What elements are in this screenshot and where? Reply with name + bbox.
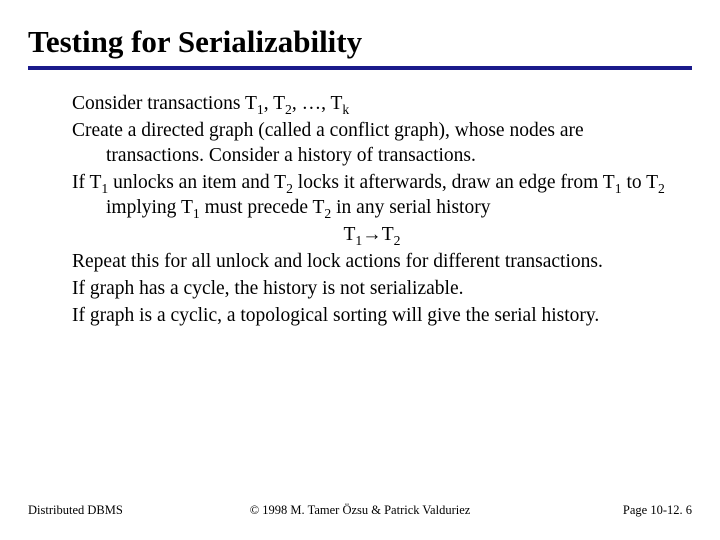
t: in any serial history [331, 197, 490, 218]
arrow-icon: → [362, 224, 382, 245]
line-consider: Consider transactions T1, T2, …, Tk [72, 92, 672, 117]
sub-k: k [342, 102, 349, 117]
sub-1: 1 [257, 102, 264, 117]
slide-body: Consider transactions T1, T2, …, Tk Crea… [28, 92, 692, 331]
t: , T [264, 93, 285, 114]
sub-2: 2 [658, 181, 665, 196]
t: Consider transactions T [72, 93, 257, 114]
t: implying T [106, 197, 193, 218]
t: T [382, 224, 394, 245]
line-if-unlocks: If T1 unlocks an item and T2 locks it af… [72, 171, 672, 221]
t: must precede T [200, 197, 325, 218]
t: to T [622, 172, 658, 193]
sub-2: 2 [394, 233, 401, 248]
sub-2: 2 [286, 181, 293, 196]
sub-1: 1 [193, 206, 200, 221]
footer-center: © 1998 M. Tamer Özsu & Patrick Valduriez [0, 503, 720, 518]
slide: Testing for Serializability Consider tra… [0, 0, 720, 540]
t: If T [72, 172, 101, 193]
t: , …, T [292, 93, 343, 114]
t: locks it afterwards, draw an edge from T [293, 172, 615, 193]
line-acyclic: If graph is a cyclic, a topological sort… [72, 304, 672, 329]
slide-title: Testing for Serializability [28, 24, 692, 60]
line-edge: T1→T2 [72, 223, 672, 248]
slide-footer: © 1998 M. Tamer Özsu & Patrick Valduriez… [0, 503, 720, 518]
sub-1: 1 [615, 181, 622, 196]
title-rule [28, 66, 692, 70]
line-cycle: If graph has a cycle, the history is not… [72, 277, 672, 302]
t: T [344, 224, 356, 245]
sub-2: 2 [285, 102, 292, 117]
line-create-graph: Create a directed graph (called a confli… [72, 119, 672, 169]
t: unlocks an item and T [108, 172, 286, 193]
line-repeat: Repeat this for all unlock and lock acti… [72, 250, 672, 275]
